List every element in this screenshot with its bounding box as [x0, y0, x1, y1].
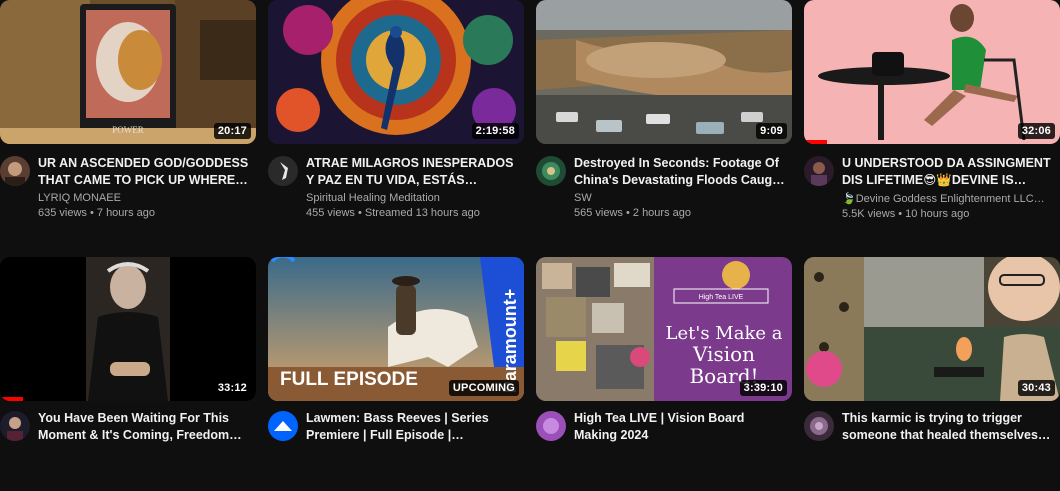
duration-badge: 30:43 — [1017, 380, 1055, 396]
thumbnail-image — [536, 0, 792, 144]
channel-avatar[interactable] — [536, 156, 566, 186]
channel-avatar[interactable] — [268, 156, 298, 186]
video-title[interactable]: ATRAE MILAGROS INESPERADOS Y PAZ EN TU V… — [306, 155, 520, 189]
video-stats: 565 views • 2 hours ago — [574, 207, 691, 219]
channel-avatar[interactable] — [268, 411, 298, 441]
video-card-6[interactable]: FULL EPISODE Paramount+ UPCOMING Lawmen:… — [268, 257, 524, 491]
channel-avatar[interactable] — [0, 411, 30, 441]
video-thumbnail[interactable]: 30:43 — [804, 257, 1060, 401]
channel-avatar[interactable] — [804, 411, 834, 441]
video-stats: 635 views • 7 hours ago — [38, 207, 155, 219]
channel-avatar[interactable] — [804, 156, 834, 186]
video-title[interactable]: UR AN ASCENDED GOD/GODDESS THAT CAME TO … — [38, 155, 252, 189]
video-title[interactable]: High Tea LIVE | Vision Board Making 2024 — [574, 410, 788, 444]
video-card-5[interactable]: 33:12 You Have Been Waiting For This Mom… — [0, 257, 256, 491]
duration-badge: 9:09 — [756, 123, 787, 139]
video-thumbnail[interactable]: 32:06 — [804, 0, 1060, 144]
video-title[interactable]: Destroyed In Seconds: Footage Of China's… — [574, 155, 788, 189]
video-thumbnail[interactable]: POWER 20:17 — [0, 0, 256, 144]
channel-name[interactable]: Spiritual Healing Meditation — [306, 192, 520, 204]
channel-name[interactable]: SW — [574, 192, 788, 204]
duration-badge: 32:06 — [1017, 123, 1055, 139]
channel-name[interactable]: LYRIQ MONAEE — [38, 192, 252, 204]
video-stats: 455 views • Streamed 13 hours ago — [306, 207, 480, 219]
video-stats: 5.5K views • 10 hours ago — [842, 208, 970, 220]
thumbnail-label: High Tea LIVE — [699, 294, 744, 301]
brand-logo-text: Paramount+ — [500, 289, 520, 394]
video-title[interactable]: Lawmen: Bass Reeves | Series Premiere | … — [306, 410, 520, 444]
video-card-1[interactable]: POWER 20:17 UR AN ASCENDED GOD/GODDESS T… — [0, 0, 256, 236]
video-card-3[interactable]: 9:09 Destroyed In Seconds: Footage Of Ch… — [536, 0, 792, 236]
duration-badge: 20:17 — [213, 123, 251, 139]
video-thumbnail[interactable]: 2:19:58 — [268, 0, 524, 144]
thumbnail-text-line2: Vision — [692, 342, 755, 366]
video-thumbnail[interactable]: High Tea LIVE Let's Make a Vision Board!… — [536, 257, 792, 401]
video-thumbnail[interactable]: 33:12 — [0, 257, 256, 401]
channel-avatar[interactable] — [536, 411, 566, 441]
thumbnail-text-line1: Let's Make a — [666, 323, 783, 344]
video-card-4[interactable]: 32:06 U UNDERSTOOD DA ASSINGMENT DIS LIF… — [804, 0, 1060, 236]
video-title[interactable]: U UNDERSTOOD DA ASSINGMENT DIS LIFETIME😎… — [842, 155, 1056, 189]
video-thumbnail[interactable]: FULL EPISODE Paramount+ UPCOMING — [268, 257, 524, 401]
video-card-2[interactable]: 2:19:58 ATRAE MILAGROS INESPERADOS Y PAZ… — [268, 0, 524, 236]
video-thumbnail[interactable]: 9:09 — [536, 0, 792, 144]
watch-progress-bar — [804, 140, 828, 144]
thumbnail-text: FULL EPISODE — [280, 369, 418, 390]
channel-avatar[interactable] — [0, 156, 30, 186]
video-title[interactable]: This karmic is trying to trigger someone… — [842, 410, 1056, 444]
duration-badge: 2:19:58 — [471, 123, 519, 139]
upcoming-badge: UPCOMING — [448, 380, 519, 396]
duration-badge: 3:39:10 — [739, 380, 787, 396]
video-card-7[interactable]: High Tea LIVE Let's Make a Vision Board!… — [536, 257, 792, 491]
duration-badge: 33:12 — [213, 380, 251, 396]
video-card-8[interactable]: 30:43 This karmic is trying to trigger s… — [804, 257, 1060, 491]
video-title[interactable]: You Have Been Waiting For This Moment & … — [38, 410, 252, 444]
watch-progress-bar — [0, 397, 24, 401]
channel-name[interactable]: 🍃Devine Goddess Enlightenment LLC… — [842, 192, 1056, 205]
thumbnail-text: POWER — [112, 125, 144, 135]
